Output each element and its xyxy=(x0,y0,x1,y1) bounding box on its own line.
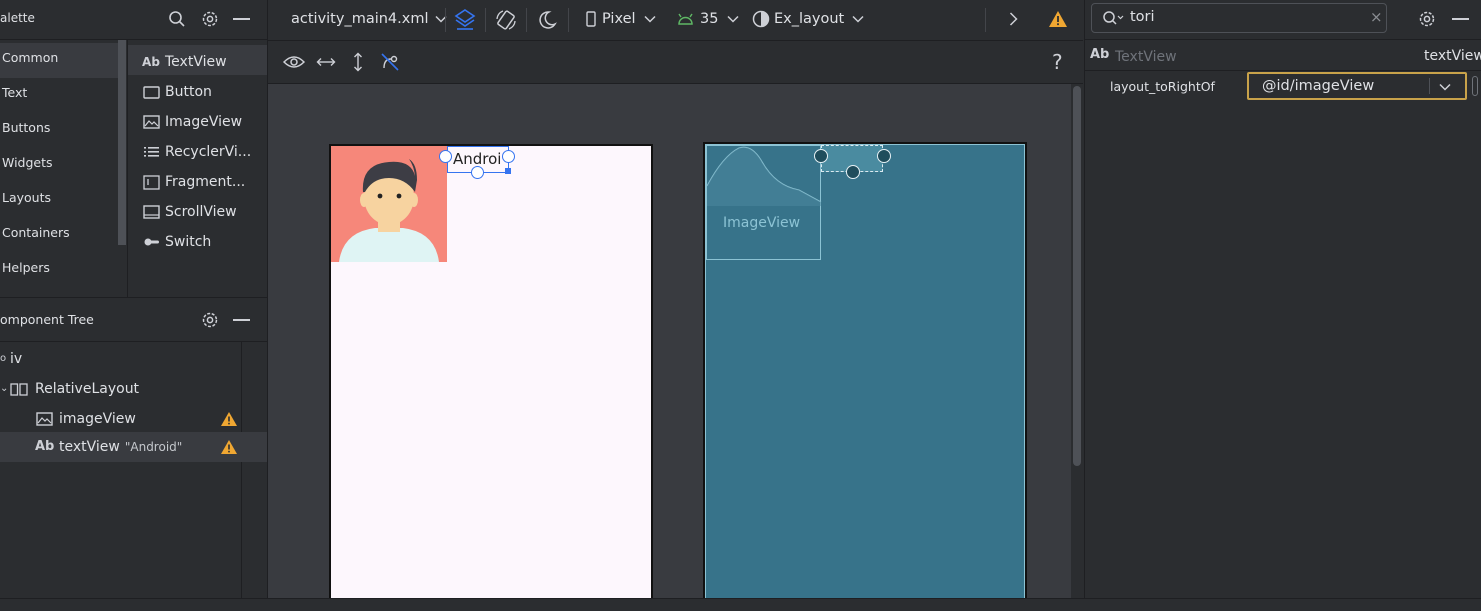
warning-icon[interactable] xyxy=(1048,10,1068,28)
tree-node-root[interactable]: o iv xyxy=(0,344,22,374)
constraint-handle-right[interactable] xyxy=(502,150,515,163)
design-surface[interactable]: Androi xyxy=(329,144,653,598)
blueprint-surface[interactable]: ImageView xyxy=(703,142,1027,598)
api-selector[interactable]: 35 xyxy=(677,0,739,38)
scrollview-icon xyxy=(141,205,161,219)
button-icon xyxy=(141,85,161,99)
file-selector[interactable]: activity_main4.xml xyxy=(291,0,447,38)
textview-icon: Ab xyxy=(1090,47,1110,62)
blueprint-imageview-label: ImageView xyxy=(723,215,801,231)
switch-icon xyxy=(141,237,161,247)
palette-item-switch[interactable]: Switch xyxy=(141,227,211,257)
theme-selector[interactable]: Ex_layout xyxy=(752,0,864,38)
blueprint-imageview[interactable]: ImageView xyxy=(706,145,822,260)
attribute-value[interactable]: @id/imageView xyxy=(1262,78,1374,94)
rotate-icon[interactable] xyxy=(495,9,517,31)
chevron-right-icon[interactable] xyxy=(1009,12,1018,26)
palette-title: alette xyxy=(0,11,35,25)
palette-panel: alette Common Text Buttons Widgets Layou… xyxy=(0,0,268,298)
phone-icon xyxy=(586,11,596,27)
recyclerview-icon xyxy=(141,145,161,159)
textview-icon: Ab xyxy=(142,55,160,69)
palette-item-imageview[interactable]: ImageView xyxy=(141,107,242,137)
category-widgets[interactable]: Widgets xyxy=(0,148,118,183)
attribute-value-dropdown[interactable]: @id/imageView xyxy=(1247,72,1467,100)
fragment-icon xyxy=(141,174,161,190)
tree-node-textview[interactable]: Ab textView "Android" xyxy=(0,432,267,462)
imageview-icon xyxy=(141,115,161,129)
resize-handle[interactable] xyxy=(505,168,511,174)
blueprint-handle-bottom[interactable] xyxy=(846,165,860,179)
minimize-icon[interactable] xyxy=(233,18,250,20)
constraint-handle-bottom[interactable] xyxy=(471,166,484,179)
theme-icon xyxy=(752,10,770,28)
chevron-down-icon xyxy=(852,15,864,23)
chevron-down-icon xyxy=(727,15,739,23)
category-layouts[interactable]: Layouts xyxy=(0,183,118,218)
chevron-down-icon[interactable]: ⌄ xyxy=(0,374,10,404)
palette-item-textview[interactable]: Ab TextView xyxy=(141,47,227,77)
search-input[interactable]: tori xyxy=(1130,9,1155,25)
gear-icon[interactable] xyxy=(200,9,220,29)
design-canvas[interactable]: Androi ImageView xyxy=(268,84,1071,598)
status-bar xyxy=(0,598,1481,611)
categories-scrollbar[interactable] xyxy=(118,40,126,245)
component-type: TextView xyxy=(1115,49,1177,65)
component-tree-title: omponent Tree xyxy=(0,312,94,327)
palette-item-button[interactable]: Button xyxy=(141,77,212,107)
horizontal-resize-icon[interactable] xyxy=(316,56,336,68)
attribute-name: layout_toRightOf xyxy=(1110,79,1215,94)
vertical-resize-icon[interactable] xyxy=(352,52,364,72)
attribute-picker-handle[interactable] xyxy=(1472,76,1478,96)
warning-icon[interactable] xyxy=(220,411,238,427)
attribute-search-box[interactable]: tori × xyxy=(1091,3,1387,33)
relativelayout-icon xyxy=(10,382,35,396)
clear-icon[interactable]: × xyxy=(1370,8,1383,26)
constraint-handle-left[interactable] xyxy=(439,150,452,163)
palette-item-scrollview[interactable]: ScrollView xyxy=(141,197,237,227)
category-helpers[interactable]: Helpers xyxy=(0,253,118,288)
tree-gear-icon[interactable] xyxy=(200,310,220,330)
tree-node-relativelayout[interactable]: ⌄ RelativeLayout xyxy=(0,374,139,404)
search-icon xyxy=(1102,10,1124,26)
blueprint-handle-left[interactable] xyxy=(814,149,828,163)
textview-icon: Ab xyxy=(35,439,55,454)
root-icon: o xyxy=(0,353,7,364)
android-icon xyxy=(677,13,694,25)
help-icon[interactable]: ? xyxy=(1052,50,1063,74)
eye-icon[interactable] xyxy=(283,54,305,70)
tree-minimize-icon[interactable] xyxy=(233,319,250,321)
view-toolbar: ? xyxy=(268,41,1083,84)
canvas-scrollbar[interactable] xyxy=(1073,86,1081,466)
palette-item-fragment[interactable]: Fragment... xyxy=(141,167,245,197)
category-text[interactable]: Text xyxy=(0,78,118,113)
minimize-icon[interactable] xyxy=(1452,18,1469,20)
avatar-image[interactable] xyxy=(331,146,447,262)
layers-icon[interactable] xyxy=(454,8,476,32)
textview-value: "Android" xyxy=(124,440,183,454)
category-buttons[interactable]: Buttons xyxy=(0,113,118,148)
component-id[interactable]: textView xyxy=(1424,48,1481,64)
gear-icon[interactable] xyxy=(1417,9,1437,29)
category-common[interactable]: Common xyxy=(0,43,118,78)
device-selector[interactable]: Pixel xyxy=(586,0,656,38)
warning-icon[interactable] xyxy=(220,439,238,455)
category-containers[interactable]: Containers xyxy=(0,218,118,253)
attributes-panel: tori × Ab TextView textView layout_toRig… xyxy=(1084,0,1481,598)
blueprint-handle-right[interactable] xyxy=(877,149,891,163)
infer-constraints-icon[interactable] xyxy=(380,52,400,72)
chevron-down-icon[interactable] xyxy=(1439,83,1451,91)
design-toolbar: activity_main4.xml Pixel 35 Ex_layout xyxy=(268,0,1083,41)
chevron-down-icon xyxy=(644,15,656,23)
night-mode-icon[interactable] xyxy=(536,9,558,31)
search-icon[interactable] xyxy=(168,10,186,28)
tree-node-imageview[interactable]: imageView xyxy=(0,404,241,434)
palette-item-recyclerview[interactable]: RecyclerVi... xyxy=(141,137,251,167)
imageview-icon xyxy=(36,412,59,426)
component-tree-panel: omponent Tree o iv ⌄ RelativeLayout imag… xyxy=(0,298,268,598)
